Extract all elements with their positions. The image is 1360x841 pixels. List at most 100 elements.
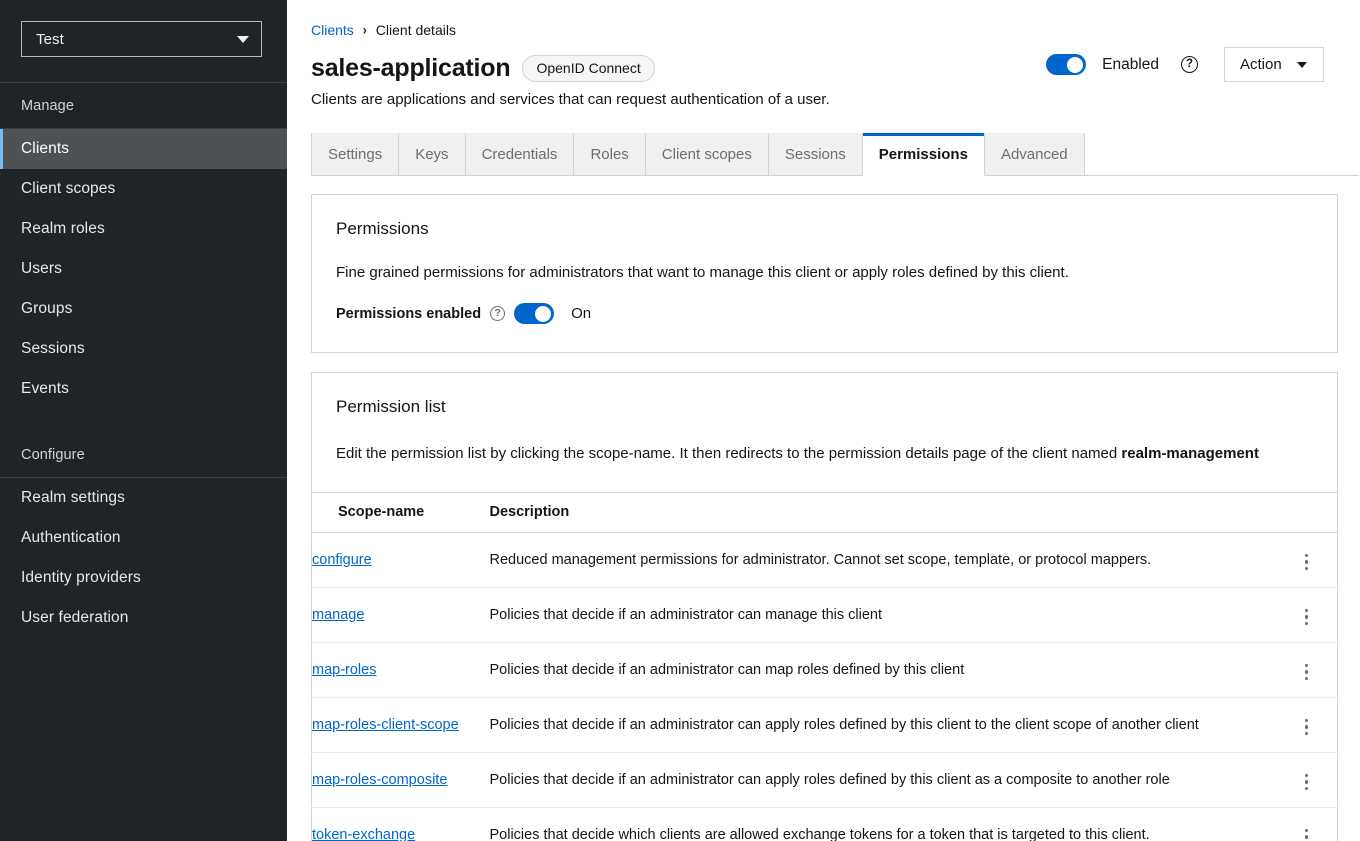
sidebar-item-sessions[interactable]: Sessions xyxy=(0,329,287,369)
cell-actions xyxy=(1276,588,1338,643)
table-row: map-roles-composite Policies that decide… xyxy=(312,753,1338,808)
kebab-menu-icon[interactable] xyxy=(1295,605,1319,630)
question-circle-icon[interactable]: ? xyxy=(1181,56,1198,73)
sidebar-item-label: Events xyxy=(21,379,69,399)
permissions-card-title: Permissions xyxy=(336,219,1313,239)
tab-label: Client scopes xyxy=(662,146,752,163)
cell-scope-name: map-roles xyxy=(312,643,490,698)
tab-label: Roles xyxy=(590,146,628,163)
table-row: configure Reduced management permissions… xyxy=(312,533,1338,588)
tab-settings[interactable]: Settings xyxy=(311,133,399,175)
breadcrumb-current: Client details xyxy=(376,22,456,38)
sidebar-item-label: Client scopes xyxy=(21,179,115,199)
sidebar-item-groups[interactable]: Groups xyxy=(0,289,287,329)
chevron-down-icon xyxy=(237,36,249,43)
sidebar-item-authentication[interactable]: Authentication xyxy=(0,518,287,558)
header-actions: Enabled ? Action xyxy=(1046,47,1324,82)
permissions-card: Permissions Fine grained permissions for… xyxy=(311,194,1338,353)
kebab-menu-icon[interactable] xyxy=(1295,825,1319,841)
kebab-menu-icon[interactable] xyxy=(1295,770,1319,795)
permission-list-header: Permission list Edit the permission list… xyxy=(312,373,1337,492)
tab-roles[interactable]: Roles xyxy=(574,133,645,175)
tab-advanced[interactable]: Advanced xyxy=(985,133,1085,175)
kebab-menu-icon[interactable] xyxy=(1295,550,1319,575)
tab-label: Settings xyxy=(328,146,382,163)
sidebar-item-clients[interactable]: Clients xyxy=(0,129,287,169)
sidebar-item-label: Authentication xyxy=(21,528,121,548)
sidebar-item-realm-settings[interactable]: Realm settings xyxy=(0,478,287,518)
scope-link-manage[interactable]: manage xyxy=(312,607,364,623)
cell-scope-name: token-exchange xyxy=(312,808,490,841)
scope-link-map-roles[interactable]: map-roles xyxy=(312,662,376,678)
tab-client-scopes[interactable]: Client scopes xyxy=(646,133,769,175)
toggle-knob xyxy=(535,306,551,322)
permissions-enabled-toggle[interactable] xyxy=(514,303,554,324)
permission-list-description: Edit the permission list by clicking the… xyxy=(336,442,1313,466)
nav-section-title-configure: Configure xyxy=(0,432,287,477)
sidebar-item-label: User federation xyxy=(21,608,128,628)
breadcrumb-separator-icon: › xyxy=(363,22,367,38)
cell-scope-name: map-roles-client-scope xyxy=(312,698,490,753)
cell-actions xyxy=(1276,698,1338,753)
column-header-scope-name: Scope-name xyxy=(312,493,490,533)
cell-description: Reduced management permissions for admin… xyxy=(490,533,1276,588)
sidebar-spacer xyxy=(0,57,287,82)
permissions-enabled-state: On xyxy=(571,305,591,322)
permissions-card-description: Fine grained permissions for administrat… xyxy=(336,264,1313,281)
cell-description: Policies that decide if an administrator… xyxy=(490,753,1276,808)
cell-scope-name: map-roles-composite xyxy=(312,753,490,808)
sidebar-item-events[interactable]: Events xyxy=(0,369,287,409)
scope-link-map-roles-composite[interactable]: map-roles-composite xyxy=(312,772,447,788)
scope-link-token-exchange[interactable]: token-exchange xyxy=(312,827,415,841)
question-circle-icon[interactable]: ? xyxy=(490,306,505,321)
realm-selector[interactable]: Test xyxy=(21,21,262,57)
scope-link-configure[interactable]: configure xyxy=(312,552,372,568)
cell-description: Policies that decide if an administrator… xyxy=(490,588,1276,643)
cell-description: Policies that decide which clients are a… xyxy=(490,808,1276,841)
page-header: Clients › Client details sales-applicati… xyxy=(287,0,1360,108)
nav-section-title-manage: Manage xyxy=(0,83,287,128)
table-row: map-roles-client-scope Policies that dec… xyxy=(312,698,1338,753)
toggle-knob xyxy=(1067,57,1083,73)
tab-keys[interactable]: Keys xyxy=(399,133,465,175)
sidebar-item-label: Realm roles xyxy=(21,219,105,239)
realm-selector-value: Test xyxy=(36,31,237,48)
breadcrumb: Clients › Client details xyxy=(287,19,1360,41)
sidebar-item-identity-providers[interactable]: Identity providers xyxy=(0,558,287,598)
sidebar-item-label: Users xyxy=(21,259,62,279)
table-row: manage Policies that decide if an admini… xyxy=(312,588,1338,643)
column-header-description: Description xyxy=(490,493,1276,533)
permissions-enabled-row: Permissions enabled ? On xyxy=(336,303,1313,324)
main-content: Clients › Client details sales-applicati… xyxy=(287,0,1360,841)
cell-scope-name: manage xyxy=(312,588,490,643)
kebab-menu-icon[interactable] xyxy=(1295,660,1319,685)
enabled-toggle-label: Enabled xyxy=(1102,56,1159,74)
kebab-menu-icon[interactable] xyxy=(1295,715,1319,740)
sidebar-item-client-scopes[interactable]: Client scopes xyxy=(0,169,287,209)
table-row: token-exchange Policies that decide whic… xyxy=(312,808,1338,841)
page-title: sales-application xyxy=(311,54,510,83)
action-button[interactable]: Action xyxy=(1224,47,1324,82)
realm-selector-wrap: Test xyxy=(0,0,287,57)
sidebar-item-user-federation[interactable]: User federation xyxy=(0,598,287,638)
scope-link-map-roles-client-scope[interactable]: map-roles-client-scope xyxy=(312,717,459,733)
breadcrumb-link-clients[interactable]: Clients xyxy=(311,22,354,38)
tab-sessions[interactable]: Sessions xyxy=(769,133,863,175)
enabled-toggle[interactable] xyxy=(1046,54,1086,75)
permission-table-head: Scope-name Description xyxy=(312,493,1338,533)
permission-list-title: Permission list xyxy=(336,397,1313,417)
tab-label: Permissions xyxy=(879,146,968,163)
sidebar-item-label: Sessions xyxy=(21,339,85,359)
cell-scope-name: configure xyxy=(312,533,490,588)
tab-label: Credentials xyxy=(482,146,558,163)
tab-credentials[interactable]: Credentials xyxy=(466,133,575,175)
sidebar-item-label: Identity providers xyxy=(21,568,141,588)
sidebar-item-label: Realm settings xyxy=(21,488,125,508)
title-row: sales-application OpenID Connect Enabled… xyxy=(287,41,1360,83)
cell-actions xyxy=(1276,533,1338,588)
sidebar-item-users[interactable]: Users xyxy=(0,249,287,289)
sidebar-item-realm-roles[interactable]: Realm roles xyxy=(0,209,287,249)
nav-gap xyxy=(0,409,287,432)
permission-list-description-text: Edit the permission list by clicking the… xyxy=(336,445,1121,462)
tab-permissions[interactable]: Permissions xyxy=(863,133,985,176)
